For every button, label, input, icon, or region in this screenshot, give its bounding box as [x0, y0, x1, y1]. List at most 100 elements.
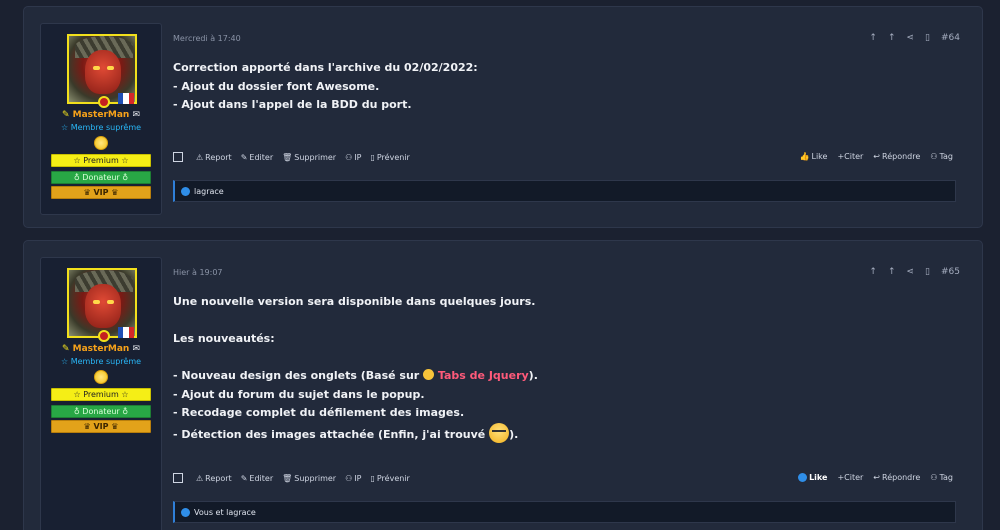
- tag-button[interactable]: ⚇ Tag: [930, 152, 953, 161]
- post-actions-right: Like +Citer ↩ Répondre ⚇ Tag: [798, 473, 953, 482]
- content-line: - Ajout dans l'appel de la BDD du port.: [173, 98, 412, 111]
- post-actions-right: 👍 Like +Citer ↩ Répondre ⚇ Tag: [800, 152, 953, 161]
- delete-button[interactable]: 🗑 Supprimer: [282, 474, 336, 483]
- arrow-up-icon[interactable]: ↑: [888, 33, 896, 43]
- tag-button[interactable]: ⚇ Tag: [930, 473, 953, 482]
- content-line: Correction apporté dans l'archive du 02/…: [173, 61, 478, 74]
- share-icon[interactable]: ⋖: [907, 33, 915, 43]
- wand-icon: ✎: [61, 344, 70, 354]
- online-status-icon: [98, 96, 110, 108]
- quote-button[interactable]: +Citer: [837, 473, 863, 482]
- edit-icon: ✎: [240, 473, 248, 483]
- content-text: - Détection des images attachée (Enfin, …: [173, 427, 490, 441]
- warn-button[interactable]: ▯ Prévenir: [370, 153, 409, 162]
- ip-button[interactable]: ⚇ IP: [345, 153, 361, 162]
- content-line: - Ajout du dossier font Awesome.: [173, 79, 380, 93]
- badge-premium: ☆ Premium ☆: [51, 388, 151, 401]
- select-checkbox[interactable]: [173, 473, 183, 483]
- bookmark-icon[interactable]: ▯: [925, 33, 930, 43]
- post-number[interactable]: #65: [941, 267, 960, 277]
- delete-label: Supprimer: [294, 152, 337, 162]
- warn-label: Prévenir: [376, 473, 410, 483]
- like-button[interactable]: Like: [798, 473, 827, 482]
- mail-icon[interactable]: ✉: [132, 344, 140, 354]
- report-label: Report: [205, 152, 232, 162]
- trash-icon: 🗑: [282, 473, 293, 483]
- tag-label: Tag: [939, 473, 953, 482]
- arrow-up-icon[interactable]: ↑: [888, 267, 896, 277]
- delete-button[interactable]: 🗑 Supprimer: [282, 153, 336, 162]
- content-line: Les nouveautés:: [173, 332, 275, 345]
- reply-icon: ↩: [873, 473, 880, 482]
- medal-icon: [94, 370, 108, 384]
- user-rank: ☆ Membre suprême: [41, 357, 161, 366]
- post-content: Une nouvelle version sera disponible dan…: [173, 293, 538, 444]
- select-checkbox[interactable]: [173, 152, 183, 162]
- like-label: Like: [811, 152, 828, 161]
- tag-label: Tag: [939, 152, 953, 161]
- avatar-face: [85, 50, 121, 94]
- user-icon: ⚇: [345, 152, 353, 162]
- like-button[interactable]: 👍 Like: [800, 152, 828, 161]
- flag-icon: ▯: [370, 152, 375, 162]
- user-rank-label: Membre suprême: [70, 357, 142, 366]
- reactions-bar[interactable]: Vous et lagrace: [173, 501, 956, 523]
- share-icon[interactable]: ⋖: [907, 267, 915, 277]
- edit-button[interactable]: ✎ Editer: [241, 474, 273, 483]
- username[interactable]: MasterMan: [73, 344, 130, 354]
- online-status-icon: [98, 330, 110, 342]
- bookmark-icon[interactable]: ▯: [925, 267, 930, 277]
- badge-vip: ♛ VIP ♛: [51, 186, 151, 199]
- france-flag-icon: [118, 93, 134, 104]
- avatar-eye: [107, 300, 114, 304]
- reactions-bar[interactable]: lagrace: [173, 180, 956, 202]
- edit-icon: ✎: [240, 152, 248, 162]
- thumbs-up-icon: 👍: [799, 152, 810, 161]
- post-actions-left: ⚠ Report ✎ Editer 🗑 Supprimer ⚇ IP ▯ Prévenir: [173, 152, 410, 162]
- tabs-jquery-link[interactable]: Tabs de Jquery: [438, 369, 529, 382]
- post-date[interactable]: Mercredi à 17:40: [173, 34, 241, 43]
- post-number[interactable]: #64: [941, 33, 960, 43]
- mail-icon[interactable]: ✉: [132, 110, 140, 120]
- report-button[interactable]: ⚠ Report: [196, 474, 232, 483]
- badge-premium: ☆ Premium ☆: [51, 154, 151, 167]
- content-line: Une nouvelle version sera disponible dan…: [173, 295, 536, 308]
- post-actions-left: ⚠ Report ✎ Editer 🗑 Supprimer ⚇ IP ▯ Prévenir: [173, 473, 410, 483]
- trash-icon: 🗑: [282, 152, 293, 162]
- delete-label: Supprimer: [294, 473, 337, 483]
- post-65: ✎ MasterMan ✉ ☆ Membre suprême ☆ Premium…: [23, 240, 983, 530]
- flag-icon: ▯: [370, 473, 375, 483]
- ip-label: IP: [354, 152, 362, 162]
- avatar-eye: [107, 66, 114, 70]
- warn-button[interactable]: ▯ Prévenir: [370, 474, 409, 483]
- user-icon: ⚇: [345, 473, 353, 483]
- like-reaction-icon: [181, 186, 190, 196]
- content-text: ).: [509, 427, 519, 441]
- post-tools: ↑ ↑ ⋖ ▯ #65: [869, 267, 960, 277]
- badge-donateur: ♁ Donateur ♁: [51, 405, 151, 418]
- badge-vip: ♛ VIP ♛: [51, 420, 151, 433]
- thumbs-up-icon: [798, 473, 808, 482]
- reply-button[interactable]: ↩ Répondre: [873, 152, 920, 161]
- arrow-up-icon[interactable]: ↑: [869, 267, 877, 277]
- reactions-list[interactable]: lagrace: [194, 187, 224, 196]
- post-date[interactable]: Hier à 19:07: [173, 268, 223, 277]
- report-label: Report: [205, 473, 232, 483]
- arrow-up-icon[interactable]: ↑: [869, 33, 877, 43]
- quote-button[interactable]: +Citer: [837, 152, 863, 161]
- content-text: - Nouveau design des onglets (Basé sur: [173, 369, 424, 382]
- ip-button[interactable]: ⚇ IP: [345, 474, 361, 483]
- france-flag-icon: [118, 327, 134, 338]
- star-icon: ☆: [60, 357, 69, 366]
- report-button[interactable]: ⚠ Report: [196, 153, 232, 162]
- avatar-face: [85, 284, 121, 328]
- ip-label: IP: [354, 473, 362, 483]
- reply-label: Répondre: [882, 152, 921, 161]
- content-text: ).: [528, 369, 538, 382]
- warn-label: Prévenir: [376, 152, 410, 162]
- username[interactable]: MasterMan: [73, 110, 130, 120]
- edit-button[interactable]: ✎ Editer: [241, 153, 273, 162]
- reactions-list[interactable]: Vous et lagrace: [194, 508, 256, 517]
- user-rank-label: Membre suprême: [70, 123, 142, 132]
- reply-button[interactable]: ↩ Répondre: [873, 473, 920, 482]
